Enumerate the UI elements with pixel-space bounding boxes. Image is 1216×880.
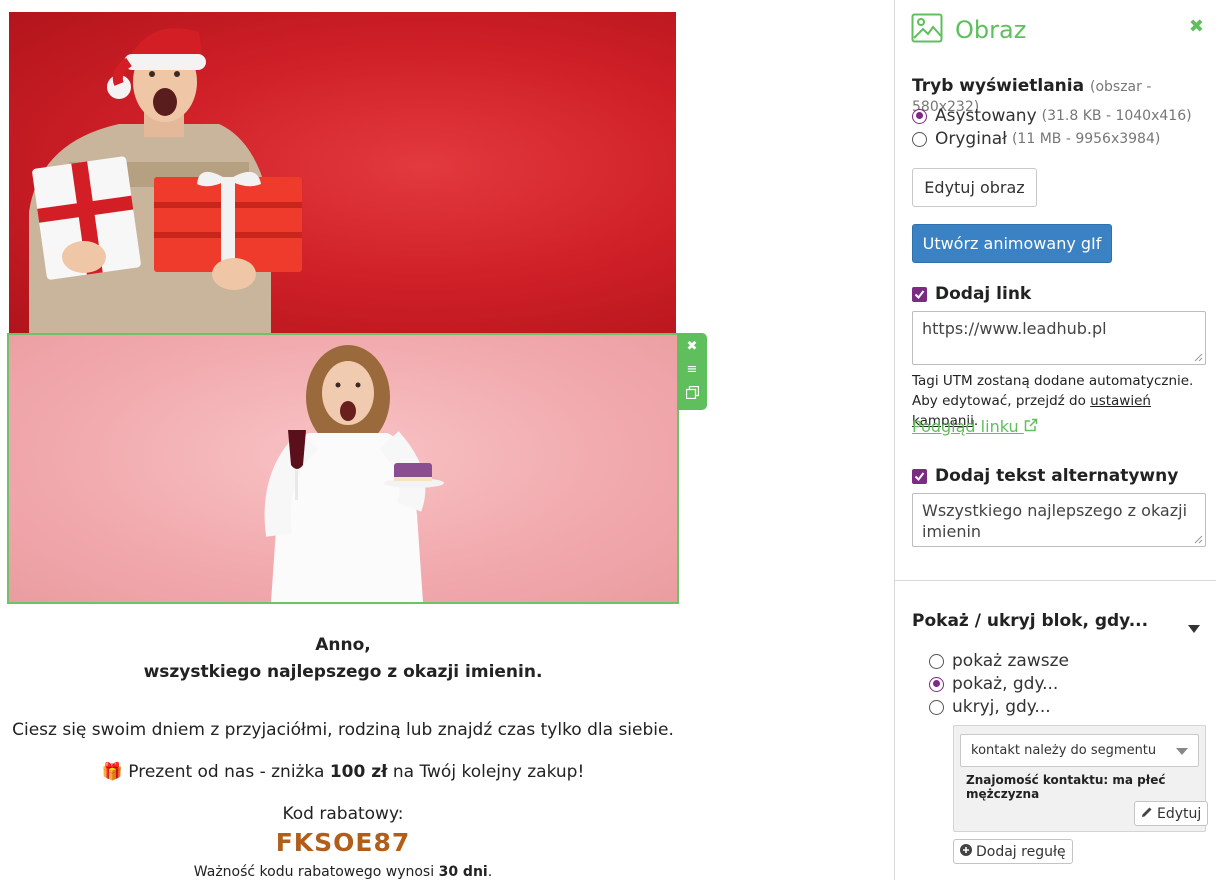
rule-box: kontakt należy do segmentu Znajomość kon… (953, 725, 1209, 832)
utm-help-text-body: Tagi UTM zostaną dodane automatycznie. A… (912, 373, 1194, 409)
image-settings-panel: Obraz ✖ Tryb wyświetlania (obszar - 580x… (894, 0, 1216, 880)
alt-text-input[interactable]: Wszystkiego najlepszego z okazji imienin (912, 493, 1206, 547)
gift-text-before: Prezent od nas - zniżka (122, 762, 330, 782)
create-gif-button[interactable]: Utwórz animowany gIf (912, 224, 1112, 263)
visibility-heading[interactable]: Pokaż / ukryj blok, gdy... (912, 611, 1148, 631)
add-link-label: Dodaj link (935, 284, 1032, 304)
chevron-down-icon[interactable] (1188, 618, 1200, 637)
radio-button[interactable] (929, 653, 944, 669)
radio-label: pokaż zawsze (952, 651, 1069, 671)
radio-button[interactable] (929, 699, 944, 715)
add-rule-button[interactable]: Dodaj regułę (953, 839, 1073, 864)
link-preview-link[interactable]: Podgląd linku (912, 417, 1038, 436)
paragraph-intro[interactable]: Ciesz się swoim dniem z przyjaciółmi, ro… (0, 720, 686, 740)
radio-button[interactable] (912, 108, 927, 124)
greeting[interactable]: Anno, wszystkiego najlepszego z okazji i… (0, 632, 686, 686)
gift-amount: 100 zł (329, 762, 388, 782)
edit-image-button[interactable]: Edytuj obraz (912, 168, 1037, 207)
duplicate-icon[interactable] (685, 385, 699, 403)
discount-code[interactable]: FKSOE87 (0, 828, 686, 857)
radio-button[interactable] (912, 131, 927, 147)
radio-assisted[interactable]: Asystowany (31.8 KB - 1040x416) (912, 106, 1192, 126)
radio-label: Asystowany (935, 106, 1037, 126)
alt-text-value: Wszystkiego najlepszego z okazji imienin (922, 501, 1188, 541)
alt-text-label: Dodaj tekst alternatywny (935, 466, 1179, 486)
add-link-checkbox-row[interactable]: Dodaj link (912, 284, 1031, 304)
photo-man-with-gifts (29, 28, 302, 333)
dropdown-caret-icon (1176, 748, 1188, 755)
radio-show-always[interactable]: pokaż zawsze (929, 651, 1069, 671)
panel-header: Obraz (911, 12, 1026, 48)
remove-block-icon[interactable]: ✖ (687, 340, 698, 354)
section-divider (895, 580, 1216, 581)
radio-original[interactable]: Oryginał (11 MB - 9956x3984) (912, 129, 1160, 149)
resize-handle-icon[interactable] (1194, 353, 1203, 362)
external-link-icon (1024, 417, 1038, 436)
checkbox-checked[interactable] (912, 468, 927, 484)
block-toolbar: ✖ ≡ (677, 333, 707, 410)
link-url-value: https://www.leadhub.pl (922, 319, 1107, 338)
greeting-line-1: Anno, (315, 635, 371, 655)
plus-circle-icon (960, 843, 972, 860)
image-icon (911, 12, 943, 48)
rule-condition-select[interactable]: kontakt należy do segmentu (960, 734, 1199, 767)
gift-icon: 🎁 (101, 762, 123, 782)
radio-button[interactable] (929, 676, 944, 692)
edit-rule-button[interactable]: Edytuj (1134, 801, 1209, 826)
radio-note: (11 MB - 9956x3984) (1011, 131, 1161, 147)
validity-days: 30 dni (438, 864, 488, 880)
greeting-line-2: wszystkiego najlepszego z okazji imienin… (143, 662, 543, 682)
gift-text-after: na Twój kolejny zakup! (387, 762, 585, 782)
add-rule-label: Dodaj regułę (976, 843, 1066, 860)
photo-woman-with-cake (9, 335, 677, 602)
drag-handle-icon[interactable]: ≡ (687, 362, 698, 377)
radio-label: Oryginał (935, 129, 1007, 149)
code-label[interactable]: Kod rabatowy: (0, 804, 686, 824)
alt-text-checkbox-row[interactable]: Dodaj tekst alternatywny (912, 466, 1178, 486)
email-canvas: ✖ ≡ Anno, wszystkiego najlepszego z okaz… (0, 0, 894, 880)
rule-condition-value: kontakt należy do segmentu (971, 743, 1157, 758)
resize-handle-icon[interactable] (1194, 535, 1203, 544)
panel-title: Obraz (955, 16, 1027, 44)
validity-text: Ważność kodu rabatowego wynosi (193, 864, 439, 880)
close-icon[interactable]: ✖ (1189, 16, 1204, 37)
rule-description: Znajomość kontaktu: ma płeć mężczyzna (966, 773, 1166, 801)
link-preview-label: Podgląd linku (912, 417, 1019, 436)
link-url-input[interactable]: https://www.leadhub.pl (912, 311, 1206, 365)
image-block-man-with-gifts[interactable] (9, 12, 676, 333)
validity-note[interactable]: Ważność kodu rabatowego wynosi 30 dni. (0, 864, 686, 880)
radio-label: ukryj, gdy... (952, 697, 1051, 717)
radio-show-when[interactable]: pokaż, gdy... (929, 674, 1058, 694)
validity-end: . (487, 864, 493, 880)
radio-label: pokaż, gdy... (952, 674, 1059, 694)
checkbox-checked[interactable] (912, 286, 927, 302)
pencil-icon (1141, 806, 1153, 822)
radio-hide-when[interactable]: ukryj, gdy... (929, 697, 1051, 717)
edit-rule-label: Edytuj (1157, 805, 1202, 822)
display-mode-label: Tryb wyświetlania (912, 76, 1085, 96)
image-block-woman-with-cake[interactable] (7, 333, 679, 604)
paragraph-gift[interactable]: 🎁 Prezent od nas - zniżka 100 zł na Twój… (0, 762, 686, 782)
radio-note: (31.8 KB - 1040x416) (1041, 108, 1192, 124)
